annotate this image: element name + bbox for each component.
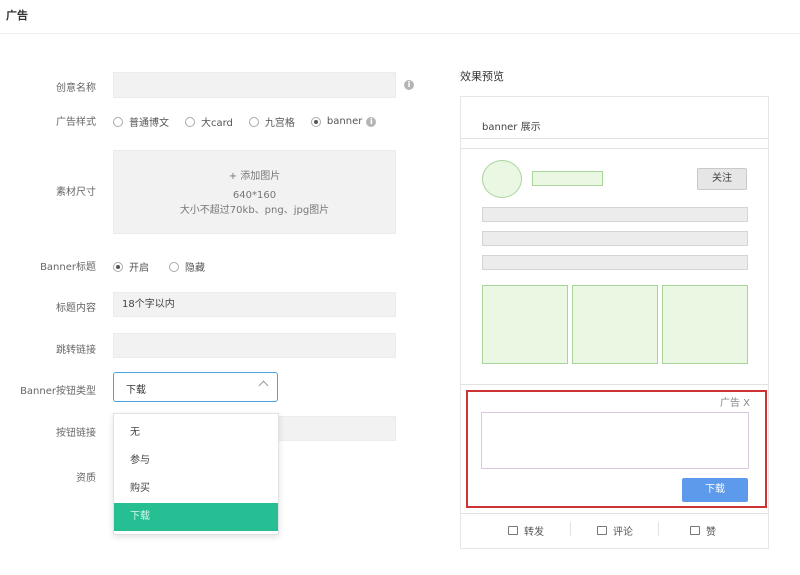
- info-icon[interactable]: i: [366, 116, 377, 127]
- ad-style-option-banner[interactable]: banner i: [310, 116, 377, 127]
- banner-title-radio-group: 开启 隐藏: [113, 259, 221, 274]
- material-size-hint: 大小不超过70kb、png、jpg图片: [179, 205, 330, 216]
- banner-title-option-hide[interactable]: 隐藏: [169, 259, 205, 274]
- dropdown-option-download[interactable]: 下载: [114, 503, 278, 531]
- button-type-label: Banner按钮类型: [20, 386, 96, 397]
- title-content-value: 18个字以内: [122, 299, 175, 310]
- ad-close-button[interactable]: 广告 X: [720, 394, 750, 409]
- preview-header: banner 展示: [482, 122, 541, 133]
- comment-action[interactable]: 评论: [597, 523, 633, 538]
- ad-style-option-bigcard[interactable]: 大card: [185, 114, 233, 129]
- add-image-link[interactable]: + 添加图片: [114, 167, 395, 182]
- banner-title-option-on[interactable]: 开启: [113, 259, 149, 274]
- like-action[interactable]: 赞: [690, 523, 716, 538]
- share-icon: [508, 526, 518, 535]
- text-placeholder: [482, 255, 748, 270]
- banner-title-label: Banner标题: [40, 262, 96, 273]
- dropdown-option-buy[interactable]: 购买: [114, 475, 278, 503]
- material-size-label: 素材尺寸: [56, 187, 96, 198]
- preview-title: 效果预览: [460, 70, 504, 83]
- avatar-placeholder: [482, 160, 522, 198]
- image-upload-area[interactable]: + 添加图片 640*160 大小不超过70kb、png、jpg图片: [113, 150, 396, 234]
- image-placeholder: [482, 285, 568, 364]
- jump-link-label: 跳转链接: [56, 345, 96, 356]
- dropdown-option-none[interactable]: 无: [114, 419, 278, 447]
- image-placeholder: [662, 285, 748, 364]
- text-placeholder: [482, 231, 748, 246]
- radio-button-icon: [248, 116, 259, 127]
- button-type-dropdown: 无 参与 购买 下载: [113, 413, 279, 535]
- action-bar-divider: [460, 513, 769, 514]
- page-title: 广告: [6, 9, 28, 22]
- username-placeholder: [532, 171, 603, 186]
- button-link-label: 按钮链接: [56, 428, 96, 439]
- image-placeholder: [572, 285, 658, 364]
- radio-button-checked-icon: [113, 261, 123, 272]
- info-icon[interactable]: i: [404, 80, 414, 90]
- download-button[interactable]: 下载: [682, 478, 748, 502]
- comment-icon: [597, 526, 607, 535]
- qualification-label: 资质: [76, 473, 96, 484]
- jump-link-input[interactable]: [113, 333, 396, 358]
- title-content-input[interactable]: 18个字以内: [113, 292, 396, 317]
- banner-placeholder[interactable]: [481, 412, 749, 469]
- ad-style-option-normal[interactable]: 普通博文: [113, 114, 169, 129]
- button-type-value: 下载: [126, 385, 146, 396]
- ad-style-option-grid[interactable]: 九宫格: [248, 114, 295, 129]
- header-divider: [0, 33, 800, 34]
- creative-name-label: 创意名称: [56, 83, 96, 94]
- title-content-label: 标题内容: [56, 303, 96, 314]
- dropdown-option-join[interactable]: 参与: [114, 447, 278, 475]
- text-placeholder: [482, 207, 748, 222]
- preview-header-divider: [460, 148, 769, 149]
- radio-button-icon: [169, 261, 179, 272]
- material-size-text: 640*160: [232, 190, 277, 201]
- radio-button-checked-icon: [310, 116, 321, 127]
- ad-style-label: 广告样式: [56, 117, 96, 128]
- preview-header-divider: [460, 138, 769, 139]
- radio-button-icon: [185, 116, 195, 127]
- ad-style-radio-group: 普通博文 大card 九宫格 banner i: [113, 114, 377, 129]
- like-icon: [690, 526, 700, 535]
- action-separator: [570, 522, 571, 536]
- preview-divider: [460, 384, 769, 385]
- follow-button[interactable]: 关注: [697, 168, 747, 190]
- action-separator: [658, 522, 659, 536]
- chevron-up-icon: [258, 380, 269, 391]
- radio-button-icon: [113, 116, 123, 127]
- creative-name-input[interactable]: [113, 72, 396, 98]
- button-type-select[interactable]: 下载: [113, 372, 278, 402]
- share-action[interactable]: 转发: [508, 523, 544, 538]
